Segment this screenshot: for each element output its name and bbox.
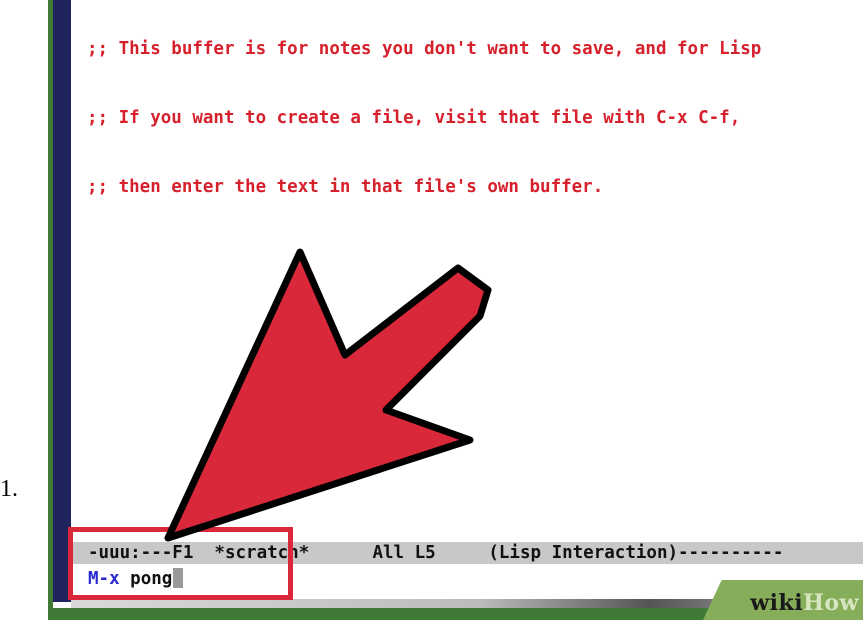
pointer-arrow-icon	[164, 248, 492, 542]
